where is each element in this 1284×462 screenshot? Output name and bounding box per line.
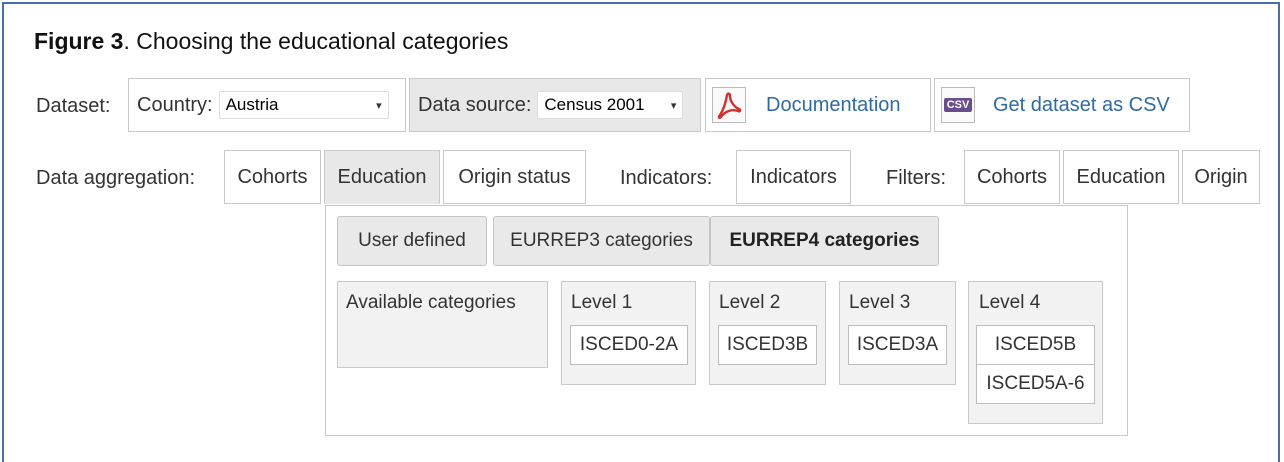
dataset-label: Dataset: (36, 95, 111, 117)
level-1-label: Level 1 (571, 292, 633, 313)
documentation-button[interactable]: Documentation (705, 78, 931, 132)
chevron-down-icon: ▾ (376, 99, 382, 112)
category-chip-isced5a-6[interactable]: ISCED5A-6 (976, 364, 1095, 404)
level-2-label: Level 2 (719, 292, 781, 313)
country-label: Country: (137, 93, 213, 116)
country-selector: Country: Austria ▾ (128, 78, 406, 132)
pdf-icon (712, 87, 746, 123)
tab-eurrep3-categories[interactable]: EURREP3 categories (493, 216, 710, 266)
csv-file-icon: CSV (941, 87, 975, 123)
aggregation-education-tab[interactable]: Education (324, 150, 440, 204)
csv-icon-text: CSV (943, 98, 973, 112)
category-chip-isced3b[interactable]: ISCED3B (718, 325, 817, 365)
filter-origin-button[interactable]: Origin (1182, 150, 1260, 204)
filter-education-button[interactable]: Education (1063, 150, 1179, 204)
indicators-button[interactable]: Indicators (736, 150, 851, 204)
data-aggregation-label: Data aggregation: (36, 167, 196, 189)
data-source-select[interactable]: Census 2001 ▾ (537, 91, 684, 119)
category-chip-isced5b[interactable]: ISCED5B (976, 325, 1095, 365)
figure-label: Figure 3 (34, 28, 124, 54)
indicators-label: Indicators: (620, 167, 713, 189)
level-4-label: Level 4 (979, 292, 1041, 313)
aggregation-cohorts-tab[interactable]: Cohorts (224, 150, 321, 204)
documentation-link[interactable]: Documentation (766, 94, 901, 117)
level-3-label: Level 3 (849, 292, 911, 313)
aggregation-origin-status-tab[interactable]: Origin status (443, 150, 586, 204)
filter-cohorts-button[interactable]: Cohorts (964, 150, 1060, 204)
filters-label: Filters: (886, 167, 946, 189)
figure-caption: Figure 3. Choosing the educational categ… (34, 28, 508, 55)
data-source-select-value: Census 2001 (544, 95, 645, 114)
tab-eurrep4-categories[interactable]: EURREP4 categories (710, 216, 939, 266)
available-categories-label: Available categories (346, 292, 516, 313)
country-select-value: Austria (225, 95, 279, 114)
available-categories-box[interactable]: Available categories (337, 281, 548, 368)
tab-user-defined[interactable]: User defined (337, 216, 487, 266)
data-source-selector: Data source: Census 2001 ▾ (409, 78, 701, 132)
country-select[interactable]: Austria ▾ (218, 91, 389, 119)
data-source-label: Data source: (418, 93, 532, 116)
category-chip-isced3a[interactable]: ISCED3A (848, 325, 947, 365)
category-chip-isced0-2a[interactable]: ISCED0-2A (570, 325, 688, 365)
get-csv-button[interactable]: CSV Get dataset as CSV (934, 78, 1190, 132)
get-csv-link[interactable]: Get dataset as CSV (993, 94, 1170, 117)
chevron-down-icon: ▾ (670, 99, 677, 112)
figure-caption-text: . Choosing the educational categories (123, 28, 509, 54)
